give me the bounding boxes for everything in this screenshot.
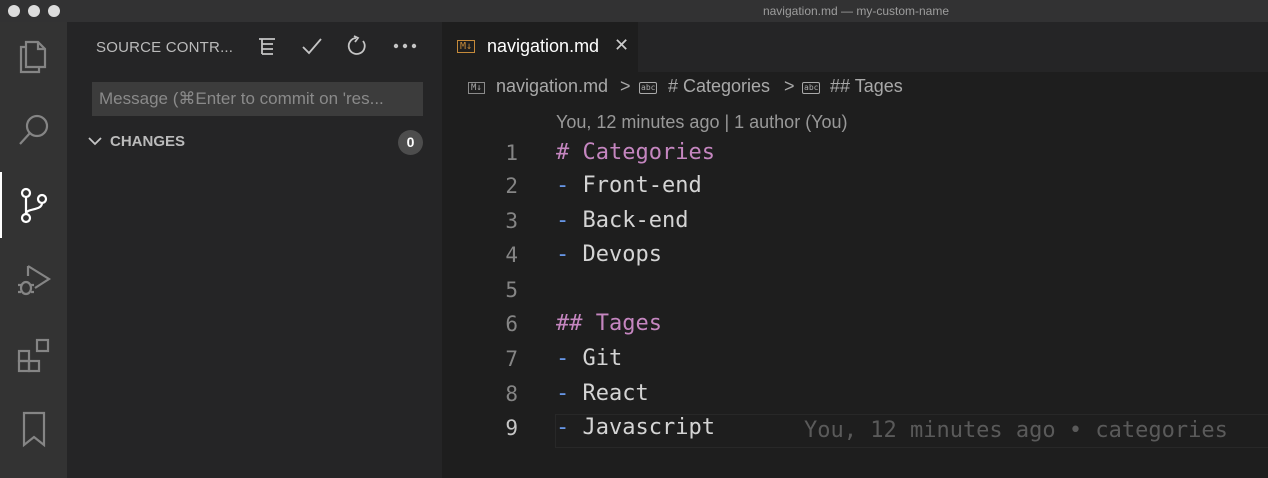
line-number: 5 — [505, 278, 518, 302]
line-number: 8 — [505, 382, 518, 406]
sidebar-title: SOURCE CONTR... — [96, 39, 234, 56]
code-line[interactable]: 1 # Categories — [442, 140, 1268, 174]
code-text: - Back-end — [556, 208, 688, 233]
extensions-icon — [17, 338, 49, 373]
code-text: # Categories — [556, 140, 715, 165]
commit-check-icon — [302, 38, 322, 55]
list-marker: - — [556, 346, 583, 371]
more-icon — [393, 43, 417, 49]
more-actions-button[interactable] — [393, 35, 417, 62]
chevron-down-icon — [88, 137, 102, 146]
code-text: ## Tages — [556, 311, 662, 336]
refresh-icon — [347, 35, 366, 55]
changes-section-header[interactable]: CHANGES 0 — [87, 130, 427, 155]
line-number: 9 — [505, 416, 518, 440]
activity-run-debug[interactable] — [0, 247, 67, 313]
run-debug-icon — [17, 265, 51, 296]
activity-bookmarks[interactable] — [0, 396, 67, 462]
refresh-button[interactable] — [346, 35, 368, 62]
commit-message-input[interactable]: Message (⌘Enter to commit on 'res... — [92, 82, 423, 116]
code-line[interactable]: 2 - Front-end — [442, 173, 1268, 207]
breadcrumb-file[interactable]: navigation.md — [496, 76, 608, 97]
files-icon — [19, 40, 46, 74]
code-line[interactable]: 6 ## Tages — [442, 311, 1268, 345]
list-marker: - — [556, 381, 583, 406]
heading-text: Categories — [582, 140, 715, 165]
heading-marker: # — [556, 140, 583, 165]
changes-label: CHANGES — [110, 133, 186, 150]
codelens-blame[interactable]: You, 12 minutes ago | 1 author (You) — [556, 112, 848, 133]
code-line[interactable]: 8 - React — [442, 381, 1268, 415]
activity-source-control[interactable] — [0, 172, 67, 238]
line-number: 1 — [505, 141, 518, 165]
list-item-text: React — [582, 381, 649, 406]
window-title: navigation.md — my-custom-name — [762, 4, 950, 18]
changes-count-badge: 0 — [398, 130, 423, 155]
markdown-file-icon: M↓ — [457, 40, 476, 53]
view-as-tree-icon — [259, 38, 275, 55]
code-text: - Devops — [556, 242, 662, 267]
title-bar: navigation.md — my-custom-name — [0, 0, 1268, 22]
view-as-tree-button[interactable] — [257, 35, 277, 62]
list-item-text: Devops — [582, 242, 662, 267]
list-item-text: Front-end — [582, 173, 702, 198]
symbol-string-icon: abc — [802, 82, 821, 94]
line-number: 3 — [505, 209, 518, 233]
code-text: - Javascript — [556, 415, 715, 440]
search-icon — [18, 114, 48, 145]
code-line[interactable]: 5 — [442, 277, 1268, 311]
list-marker: - — [556, 208, 583, 233]
editor-tab-bar: M↓ navigation.md ✕ — [442, 22, 1268, 72]
activity-explorer[interactable] — [0, 22, 67, 88]
line-number: 4 — [505, 243, 518, 267]
line-number: 6 — [505, 312, 518, 336]
commit-button[interactable] — [301, 35, 323, 62]
tab-label: navigation.md — [487, 36, 600, 56]
list-item-text: Javascript — [582, 415, 715, 440]
code-text: - Front-end — [556, 173, 702, 198]
source-control-sidebar: SOURCE CONTR... Message (⌘Enter to commi… — [67, 22, 442, 478]
heading-text: Tages — [595, 311, 662, 336]
source-control-icon — [20, 187, 47, 224]
activity-extensions[interactable] — [0, 322, 67, 388]
code-line[interactable]: 4 - Devops — [442, 242, 1268, 276]
heading-marker: ## — [556, 311, 596, 336]
code-line[interactable]: 7 - Git — [442, 346, 1268, 380]
code-line[interactable]: 3 - Back-end — [442, 208, 1268, 242]
chevron-right-icon: > — [620, 76, 631, 96]
chevron-right-icon: > — [784, 76, 795, 96]
breadcrumb-categories[interactable]: # Categories — [668, 76, 770, 97]
list-marker: - — [556, 415, 583, 440]
line-number: 7 — [505, 347, 518, 371]
list-marker: - — [556, 173, 583, 198]
code-text: - React — [556, 381, 649, 406]
list-marker: - — [556, 242, 583, 267]
activity-bar — [0, 22, 67, 478]
close-icon[interactable]: ✕ — [614, 35, 629, 56]
code-text: - Git — [556, 346, 622, 371]
breadcrumb-tages[interactable]: ## Tages — [830, 76, 903, 97]
list-item-text: Git — [582, 346, 623, 371]
activity-search[interactable] — [0, 97, 67, 163]
list-item-text: Back-end — [582, 208, 689, 233]
markdown-file-icon: M↓ — [468, 82, 485, 94]
inline-blame: You, 12 minutes ago • categories — [804, 418, 1228, 443]
bookmark-icon — [22, 411, 45, 448]
line-number: 2 — [505, 174, 518, 198]
symbol-string-icon: abc — [639, 82, 658, 94]
tab-navigation-md[interactable]: M↓ navigation.md ✕ — [442, 22, 638, 72]
